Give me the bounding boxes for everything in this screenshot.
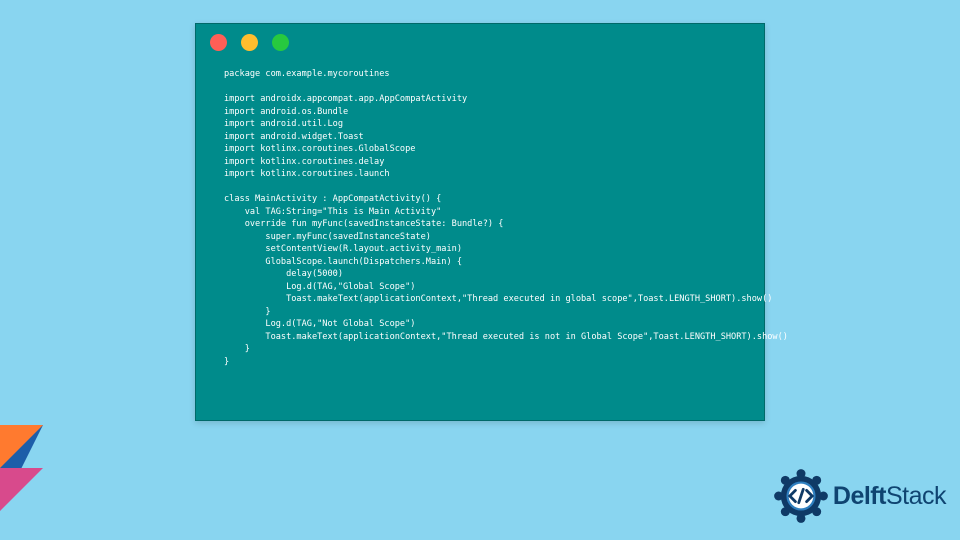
brand-name-part2: Stack bbox=[886, 482, 946, 510]
kotlin-logo-icon bbox=[0, 420, 95, 520]
close-icon[interactable] bbox=[210, 34, 227, 51]
minimize-icon[interactable] bbox=[241, 34, 258, 51]
window-title-bar bbox=[196, 24, 764, 60]
brand-name-part1: Delft bbox=[833, 482, 886, 510]
maximize-icon[interactable] bbox=[272, 34, 289, 51]
gear-brackets-icon bbox=[773, 468, 829, 524]
code-window: package com.example.mycoroutines import … bbox=[195, 23, 765, 421]
code-block: package com.example.mycoroutines import … bbox=[196, 60, 764, 382]
delftstack-logo: DelftStack bbox=[773, 468, 946, 524]
brand-name: DelftStack bbox=[833, 482, 946, 511]
